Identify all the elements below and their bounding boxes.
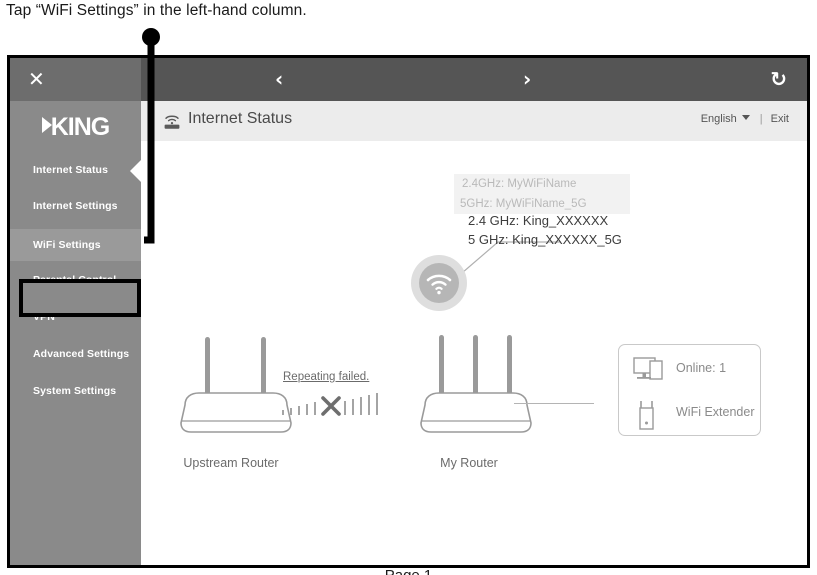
- online-row: Online: 1: [619, 351, 760, 391]
- wifi-extender-icon: [639, 401, 654, 430]
- exit-link[interactable]: Exit: [771, 113, 789, 125]
- browser-toolbar: ✕ ‹ › ↻: [10, 58, 807, 101]
- sidebar-item-label: Internet Settings: [33, 200, 118, 212]
- extender-name-label: WiFi Extender: [676, 405, 755, 419]
- forward-icon[interactable]: ›: [523, 58, 531, 101]
- sidebar-item-internet-status[interactable]: Internet Status: [10, 158, 141, 183]
- sidebar-item-label: WiFi Settings: [33, 239, 101, 251]
- separator: |: [759, 113, 763, 125]
- content-area: Internet Status English | Exit 2.4GHz: MyW…: [141, 101, 807, 565]
- sidebar-item-label: Parental Control: [33, 274, 117, 286]
- extender-info-box: Online: 1 WiFi Extender: [618, 344, 761, 436]
- repeat-status-label: Repeating failed.: [283, 371, 370, 383]
- sidebar: KING Internet Status Internet Settings W…: [10, 101, 141, 565]
- sidebar-item-label: Internet Status: [33, 164, 109, 176]
- ssid-24ghz: 2.4 GHz: King_XXXXXX: [468, 213, 609, 228]
- wifi-status-bubble[interactable]: [411, 255, 467, 311]
- back-icon[interactable]: ‹: [275, 58, 283, 101]
- device-screenshot-frame: ✕ ‹ › ↻ KING Internet Status Internet Se…: [7, 55, 810, 568]
- router-wifi-icon: [164, 115, 180, 129]
- sidebar-item-vpn[interactable]: VPN: [10, 305, 141, 330]
- chevron-down-icon[interactable]: [741, 115, 750, 120]
- ssid-placeholder-box: 2.4GHz: MyWiFiName 5GHz: MyWiFiName_5G: [454, 174, 630, 214]
- online-count-label: Online: 1: [676, 361, 727, 375]
- language-label[interactable]: English: [701, 113, 737, 125]
- wifi-icon: [426, 274, 452, 295]
- ssid-placeholder-5: 5GHz: MyWiFiName_5G: [460, 198, 587, 210]
- my-router-icon: [420, 335, 532, 433]
- page-title: Internet Status: [188, 110, 293, 127]
- annotation-dot: [142, 28, 160, 46]
- upstream-router-label: Upstream Router: [183, 456, 279, 470]
- king-logo: KING: [10, 113, 141, 142]
- sidebar-item-parental-control[interactable]: Parental Control: [10, 268, 141, 293]
- sidebar-item-wifi-settings[interactable]: WiFi Settings: [10, 229, 141, 261]
- sidebar-item-label: System Settings: [33, 385, 117, 397]
- ssid-placeholder-24: 2.4GHz: MyWiFiName: [462, 178, 577, 190]
- sidebar-item-label: Advanced Settings: [33, 348, 130, 360]
- router-extender-link-line: [514, 403, 594, 404]
- sidebar-item-internet-settings[interactable]: Internet Settings: [10, 194, 141, 219]
- sidebar-item-system-settings[interactable]: System Settings: [10, 379, 141, 404]
- ssid-values: 2.4 GHz: King_XXXXXX 5 GHz: King_XXXXXX_…: [468, 211, 622, 249]
- extender-row: WiFi Extender: [619, 395, 760, 435]
- close-icon[interactable]: ✕: [28, 58, 45, 101]
- sidebar-item-advanced-settings[interactable]: Advanced Settings: [10, 342, 141, 367]
- monitor-device-icon: [633, 357, 663, 380]
- my-router-label: My Router: [440, 456, 498, 470]
- sidebar-item-label: VPN: [33, 311, 55, 323]
- logo-text: KING: [50, 113, 110, 141]
- language-exit-area: English | Exit: [701, 113, 789, 125]
- ssid-5ghz: 5 GHz: King_XXXXXX_5G: [468, 232, 622, 247]
- refresh-icon[interactable]: ↻: [770, 58, 787, 101]
- instruction-caption: Tap “WiFi Settings” in the left-hand col…: [6, 2, 307, 19]
- failed-signal-bars-icon: [282, 393, 378, 416]
- page-number: Page 1: [0, 569, 817, 575]
